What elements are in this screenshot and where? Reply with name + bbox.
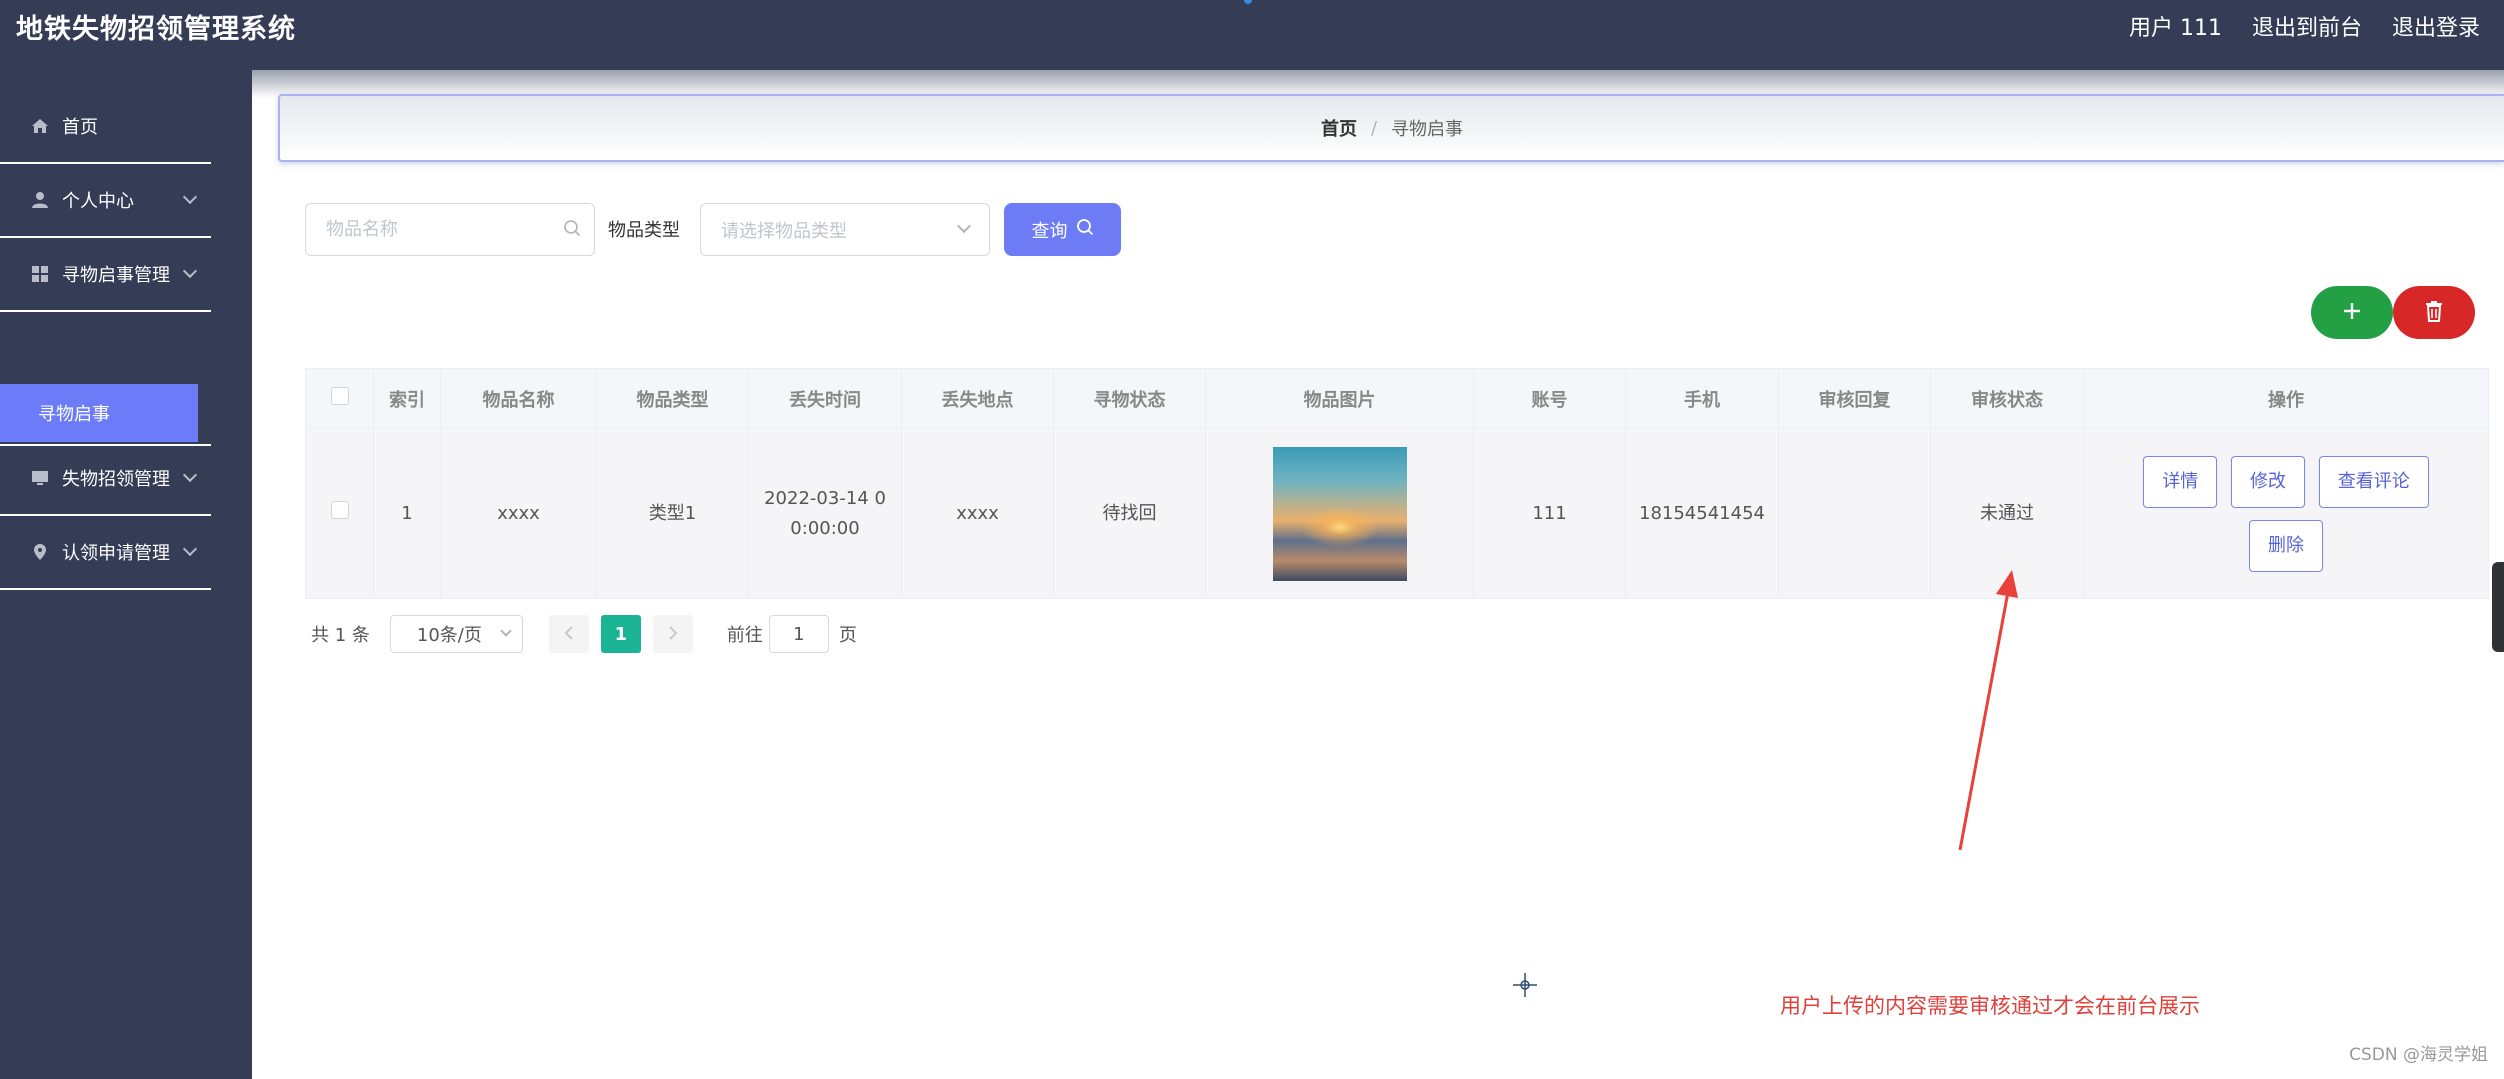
item-image[interactable]	[1272, 446, 1407, 581]
page-size-select[interactable]: 10条/页	[389, 615, 523, 653]
page-size-value: 10条/页	[416, 625, 482, 646]
column-header: 操作	[2083, 368, 2489, 429]
grid-icon	[30, 264, 50, 284]
edit-button[interactable]: 修改	[2231, 455, 2305, 508]
total-count: 共 1 条	[311, 625, 370, 646]
chevron-down-icon	[182, 263, 198, 279]
chevron-down-icon	[182, 541, 198, 557]
breadcrumb-current: 寻物启事	[1391, 119, 1464, 140]
cell-review-reply	[1778, 428, 1931, 599]
row-select-cell[interactable]	[305, 428, 374, 599]
trash-icon	[2424, 300, 2444, 326]
goto-label: 前往	[726, 625, 763, 646]
table-header-row: 索引 物品名称 物品类型 丢失时间 丢失地点 寻物状态 物品图片 账号 手机 审…	[305, 368, 2489, 429]
sidebar: 首页 个人中心 寻物启事管理 寻物启事 失物招领管理 认领申请管理	[0, 70, 252, 1079]
annotation-text: 用户上传的内容需要审核通过才会在前台展示	[1780, 994, 2200, 1018]
logout-link[interactable]: 退出登录	[2392, 14, 2480, 44]
breadcrumb-separator: /	[1370, 117, 1378, 139]
select-all-cell[interactable]	[305, 368, 374, 429]
query-button-label: 查询	[1031, 220, 1068, 242]
cell-item-image	[1205, 428, 1474, 599]
column-header: 账号	[1473, 368, 1626, 429]
search-icon	[1076, 218, 1094, 241]
chevron-down-icon	[500, 625, 512, 637]
cell-account: 111	[1473, 428, 1626, 599]
batch-delete-button[interactable]	[2393, 286, 2475, 339]
plus-icon	[2342, 301, 2362, 325]
lost-notice-table: 索引 物品名称 物品类型 丢失时间 丢失地点 寻物状态 物品图片 账号 手机 审…	[305, 368, 2489, 599]
annotation-arrow	[1958, 570, 2018, 851]
column-header: 物品类型	[596, 368, 749, 429]
sidebar-item-found-manage[interactable]: 失物招领管理	[0, 442, 211, 516]
location-icon	[30, 542, 50, 562]
cell-search-status: 待找回	[1053, 428, 1206, 599]
lost-time-line: 2022-03-14 0	[764, 487, 886, 509]
lost-time-line: 0:00:00	[790, 517, 860, 539]
cell-item-type: 类型1	[596, 428, 749, 599]
monitor-icon	[30, 468, 50, 488]
chevron-down-icon	[182, 189, 198, 205]
sidebar-item-label: 个人中心	[62, 191, 134, 212]
cell-lost-time: 2022-03-14 0 0:00:00	[748, 428, 902, 599]
chevron-right-icon	[668, 624, 678, 645]
chevron-down-icon	[956, 218, 972, 234]
table-row: 1 xxxx 类型1 2022-03-14 0 0:00:00 xxxx 待找回…	[305, 428, 2489, 599]
sidebar-item-label: 认领申请管理	[62, 543, 170, 564]
delete-button[interactable]: 删除	[2249, 519, 2323, 572]
detail-button[interactable]: 详情	[2143, 455, 2218, 508]
column-header: 索引	[373, 368, 441, 429]
column-header: 丢失时间	[748, 368, 902, 429]
search-icon	[563, 219, 581, 237]
pagination: 共 1 条 10条/页 1 前往 页	[311, 614, 857, 654]
scroll-handle[interactable]	[2492, 562, 2504, 652]
column-header: 手机	[1625, 368, 1779, 429]
cell-index: 1	[373, 428, 441, 599]
page-unit-label: 页	[838, 625, 857, 646]
column-header: 寻物状态	[1053, 368, 1206, 429]
top-right-menu: 用户 111 退出到前台 退出登录	[2129, 14, 2480, 44]
watermark: CSDN @海灵学姐	[2349, 1045, 2488, 1065]
crosshair-cursor-icon	[1513, 973, 1537, 997]
item-type-label: 物品类型	[608, 220, 680, 241]
goto-page-input[interactable]	[768, 615, 829, 653]
add-button[interactable]	[2311, 286, 2393, 339]
sidebar-item-lost-notice-manage[interactable]: 寻物启事管理	[0, 238, 211, 312]
item-name-search-input[interactable]	[305, 203, 595, 256]
current-user[interactable]: 用户 111	[2129, 14, 2222, 44]
sidebar-item-home[interactable]: 首页	[0, 90, 211, 164]
view-comments-button[interactable]: 查看评论	[2318, 455, 2429, 508]
user-icon	[30, 190, 50, 210]
exit-to-front-link[interactable]: 退出到前台	[2252, 14, 2362, 44]
home-icon	[30, 116, 50, 136]
chevron-down-icon	[182, 467, 198, 483]
column-header: 丢失地点	[901, 368, 1054, 429]
cell-item-name: xxxx	[440, 428, 597, 599]
sidebar-item-label: 寻物启事管理	[62, 265, 170, 286]
cell-phone: 18154541454	[1625, 428, 1779, 599]
column-header: 物品图片	[1205, 368, 1474, 429]
column-header: 审核回复	[1778, 368, 1931, 429]
prev-page-button[interactable]	[548, 615, 589, 653]
top-bar: 地铁失物招领管理系统 用户 111 退出到前台 退出登录	[0, 0, 2504, 70]
breadcrumb: 首页 / 寻物启事	[278, 94, 2504, 162]
app-title: 地铁失物招领管理系统	[16, 14, 296, 45]
cell-lost-place: xxxx	[901, 428, 1054, 599]
column-header: 审核状态	[1930, 368, 2084, 429]
sidebar-item-personal-center[interactable]: 个人中心	[0, 164, 211, 238]
select-all-checkbox[interactable]	[330, 387, 349, 405]
next-page-button[interactable]	[652, 615, 693, 653]
sidebar-item-label: 首页	[62, 117, 98, 138]
chevron-left-icon	[564, 624, 574, 645]
breadcrumb-home[interactable]: 首页	[1321, 115, 1357, 141]
page-number-current[interactable]: 1	[600, 615, 641, 653]
sidebar-spacer	[0, 372, 211, 446]
cell-actions: 详情 修改 查看评论 删除	[2083, 428, 2489, 599]
query-button[interactable]: 查询	[1004, 203, 1121, 256]
sidebar-item-label: 失物招领管理	[62, 469, 170, 490]
item-type-placeholder: 请选择物品类型	[721, 220, 847, 242]
sidebar-item-claim-manage[interactable]: 认领申请管理	[0, 516, 211, 590]
item-type-select[interactable]: 请选择物品类型	[700, 203, 990, 256]
column-header: 物品名称	[440, 368, 597, 429]
row-checkbox[interactable]	[330, 500, 349, 519]
